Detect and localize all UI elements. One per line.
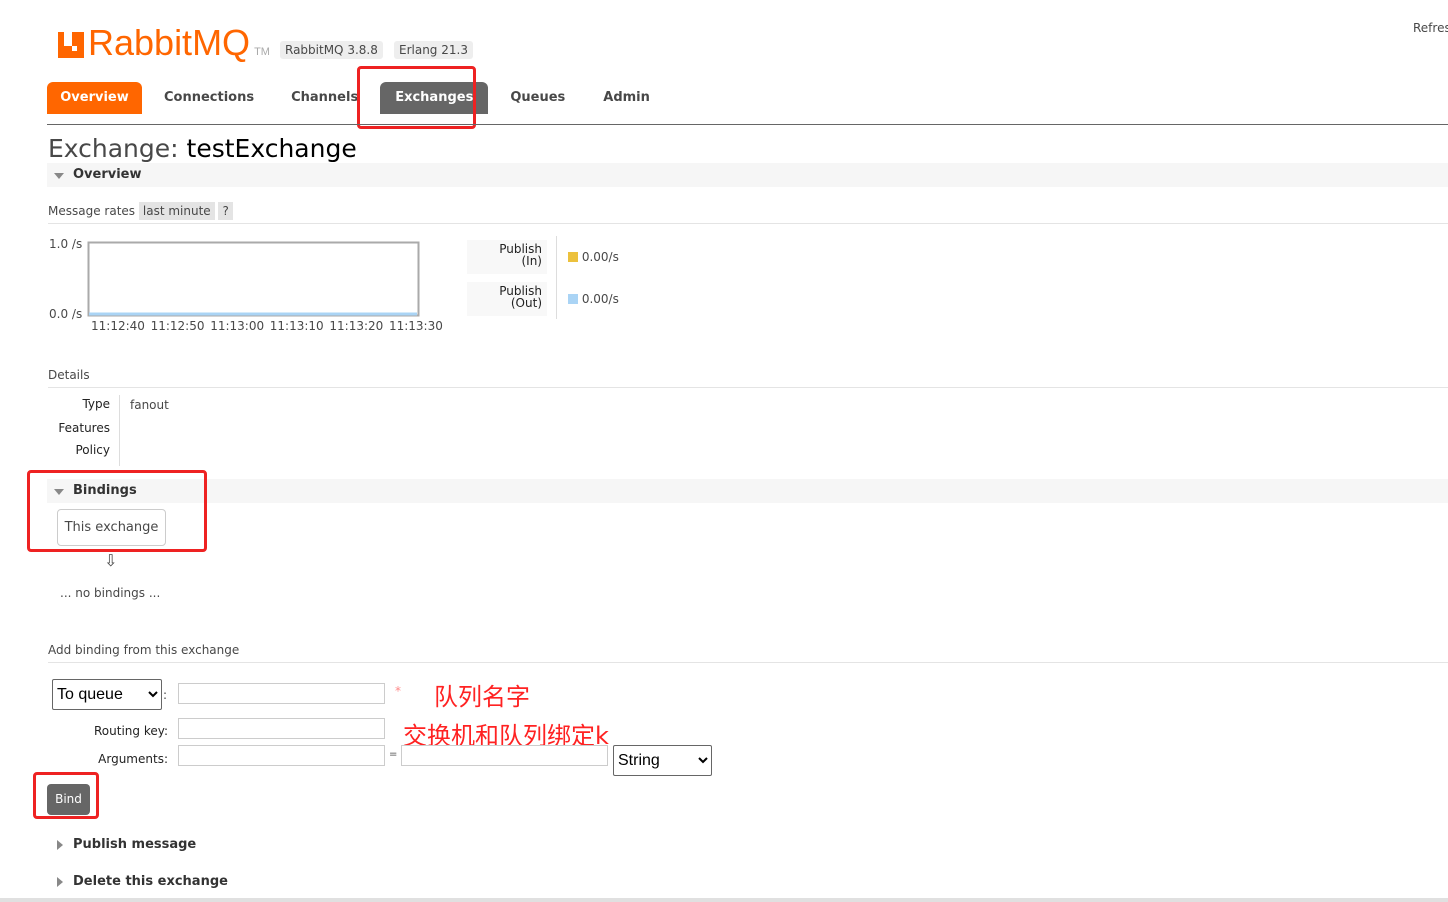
details-header: Details — [48, 368, 1448, 388]
x-tick-label: 11:12:40 — [91, 319, 145, 333]
x-tick-label: 11:13:20 — [329, 319, 384, 333]
legend-publish-out: Publish (Out) — [467, 282, 547, 316]
x-axis: 11:12:40 11:12:50 11:13:00 11:13:10 11:13:20… — [91, 319, 445, 333]
argument-type-select[interactable]: String — [613, 745, 712, 776]
add-binding-header: Add binding from this exchange — [48, 643, 1448, 663]
help-button[interactable]: ? — [218, 202, 233, 220]
annotation-queue-name: 队列名字 — [434, 683, 530, 711]
x-tick-label: 11:13:10 — [269, 319, 324, 333]
destination-type-select[interactable]: To queue — [52, 679, 162, 710]
routing-key-input[interactable] — [178, 718, 385, 739]
chart-frame — [87, 241, 420, 317]
no-bindings-text: ... no bindings ... — [60, 586, 161, 600]
swatch-in — [568, 252, 578, 262]
delete-exchange-toggle[interactable]: Delete this exchange — [47, 870, 1448, 894]
x-tick-label: 11:13:00 — [210, 319, 265, 333]
y-tick-bottom: 0.0 /s — [49, 307, 83, 321]
message-rates-chart — [87, 241, 420, 317]
x-tick-label: 11:13:30 — [388, 319, 443, 333]
highlight-box — [357, 66, 476, 129]
horizontal-scrollbar[interactable] — [0, 898, 1448, 902]
refresh-label[interactable]: Refres — [1413, 21, 1448, 35]
rabbit-icon — [58, 32, 84, 58]
tab-overview[interactable]: Overview — [47, 82, 142, 114]
required-marker: * — [395, 684, 401, 698]
tab-admin[interactable]: Admin — [585, 82, 668, 114]
erlang-badge: Erlang 21.3 — [394, 41, 473, 59]
message-rates-header: Message rates last minute ? — [48, 202, 1448, 224]
version-badge: RabbitMQ 3.8.8 — [280, 41, 383, 59]
highlight-box — [27, 470, 207, 552]
bindings-section-toggle[interactable]: Bindings — [47, 479, 1448, 503]
highlight-box — [33, 772, 99, 819]
type-value: fanout — [130, 398, 169, 412]
tab-connections[interactable]: Connections — [142, 82, 276, 114]
overview-section-toggle[interactable]: Overview — [47, 163, 1448, 187]
legend-value-out: 0.00/s — [568, 292, 619, 306]
down-arrow-icon: ⇩ — [104, 551, 118, 570]
y-tick-top: 1.0 /s — [49, 237, 83, 251]
rates-range-button[interactable]: last minute — [138, 202, 215, 220]
argument-key-input[interactable] — [178, 745, 385, 766]
argument-value-input[interactable] — [401, 745, 608, 766]
queue-name-input[interactable] — [178, 683, 385, 704]
x-tick-label: 11:12:50 — [150, 319, 205, 333]
divider — [47, 124, 1448, 125]
legend-value-in: 0.00/s — [568, 250, 619, 264]
rabbitmq-logo: RabbitMQ TM — [58, 22, 270, 64]
legend-publish-in: Publish (In) — [467, 240, 547, 274]
page-title: Exchange: testExchange — [48, 134, 357, 163]
publish-message-toggle[interactable]: Publish message — [47, 833, 1448, 857]
tab-queues[interactable]: Queues — [488, 82, 585, 114]
swatch-out — [568, 294, 578, 304]
